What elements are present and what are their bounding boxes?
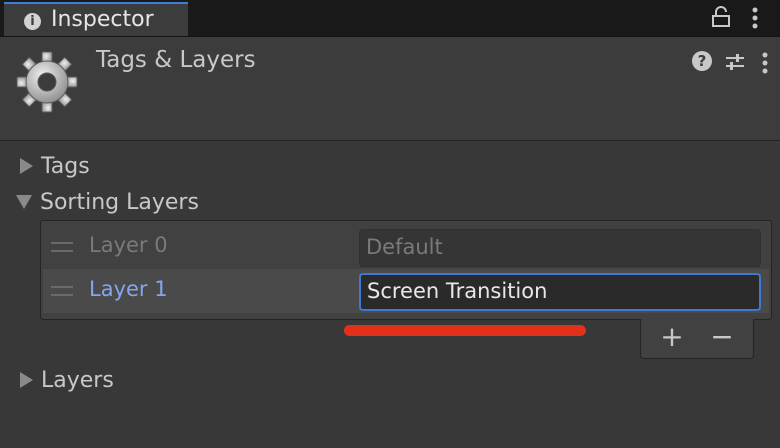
foldout-arrow-right-icon xyxy=(20,158,33,174)
foldout-arrow-right-icon xyxy=(20,372,33,388)
layer-name-field[interactable]: Screen Transition xyxy=(359,273,761,311)
sorting-layers-list: Layer 0 Default Layer 1 Screen Transitio… xyxy=(40,220,772,320)
list-item[interactable]: Layer 0 Default xyxy=(43,225,769,269)
sorting-layers-foldout[interactable]: Sorting Layers xyxy=(14,187,199,217)
layer-name-field: Default xyxy=(359,229,761,267)
tab-title: Inspector xyxy=(51,7,154,32)
help-icon[interactable]: ? xyxy=(692,51,712,71)
gear-icon xyxy=(16,51,78,117)
inspector-tab[interactable]: i Inspector xyxy=(4,2,188,36)
drag-handle-icon[interactable] xyxy=(51,286,73,296)
window-tab-bar: i Inspector xyxy=(0,0,780,37)
list-item[interactable]: Layer 1 Screen Transition xyxy=(43,269,769,313)
tags-foldout[interactable]: Tags xyxy=(14,151,90,181)
presets-icon[interactable] xyxy=(724,51,746,77)
sorting-layers-label: Sorting Layers xyxy=(40,189,199,215)
inspector-header: Tags & Layers ? xyxy=(0,37,780,141)
list-footer: + − xyxy=(640,319,754,359)
layer-label: Layer 1 xyxy=(89,277,168,301)
remove-layer-button[interactable]: − xyxy=(707,321,737,353)
layer-label: Layer 0 xyxy=(89,233,168,257)
info-icon: i xyxy=(24,13,41,30)
layers-foldout[interactable]: Layers xyxy=(14,365,114,395)
tags-label: Tags xyxy=(41,153,90,179)
lock-icon[interactable] xyxy=(710,6,732,32)
add-layer-button[interactable]: + xyxy=(657,321,687,353)
kebab-menu-icon[interactable] xyxy=(750,6,760,34)
layers-label: Layers xyxy=(41,367,114,393)
drag-handle-icon[interactable] xyxy=(51,242,73,252)
component-title: Tags & Layers xyxy=(96,47,256,73)
kebab-menu-icon[interactable] xyxy=(760,51,770,79)
foldout-arrow-down-icon xyxy=(16,195,32,209)
annotation-underline xyxy=(344,325,586,336)
